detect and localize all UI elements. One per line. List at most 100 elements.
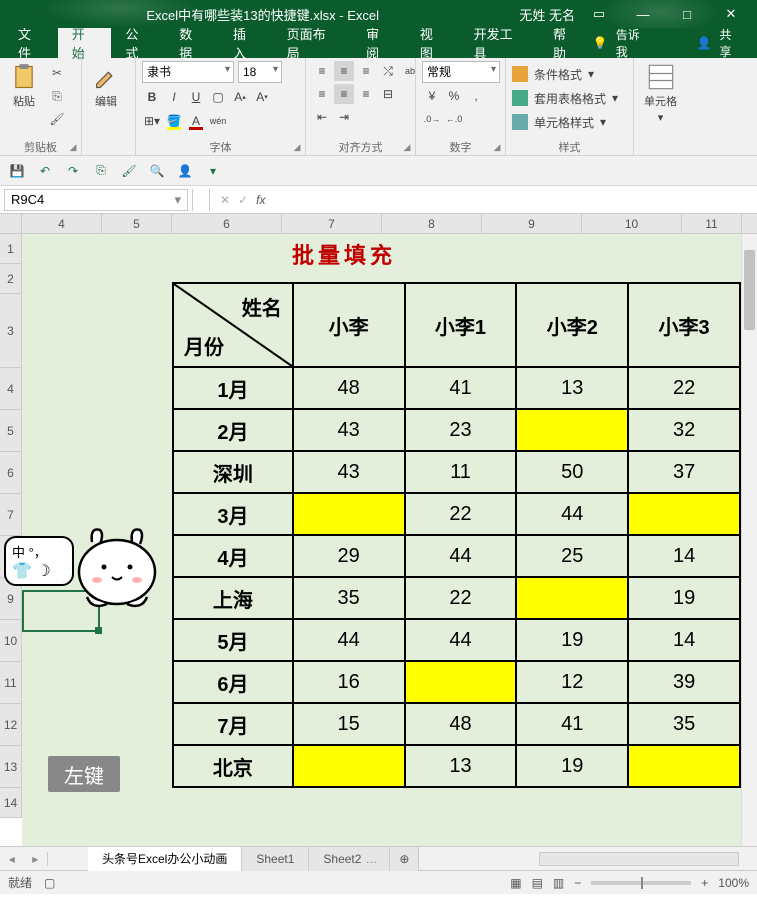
view-break-icon[interactable]: ▥ — [553, 876, 564, 890]
format-painter-icon[interactable]: 🖌 — [46, 109, 68, 129]
tab-view[interactable]: 视图 — [406, 28, 460, 58]
indent-increase-icon[interactable]: ⇥ — [334, 107, 354, 127]
close-button[interactable]: ✕ — [711, 0, 751, 28]
row-label-cell[interactable]: 上海 — [173, 577, 293, 619]
conditional-format-button[interactable]: 条件格式 ▾ — [512, 63, 594, 85]
view-page-icon[interactable]: ▤ — [532, 876, 543, 890]
maximize-button[interactable]: □ — [667, 0, 707, 28]
data-cell[interactable]: 35 — [628, 703, 740, 745]
zoom-slider[interactable] — [591, 881, 691, 885]
data-cell[interactable]: 35 — [293, 577, 405, 619]
view-normal-icon[interactable]: ▦ — [510, 876, 521, 890]
data-cell[interactable]: 50 — [516, 451, 628, 493]
data-cell[interactable]: 19 — [516, 745, 628, 787]
align-left-icon[interactable]: ≡ — [312, 84, 332, 104]
record-macro-icon[interactable]: ▢ — [44, 876, 55, 890]
data-cell[interactable]: 37 — [628, 451, 740, 493]
edit-button[interactable]: 编辑 — [88, 61, 124, 111]
align-top-icon[interactable]: ≡ — [312, 61, 332, 81]
font-color-button[interactable]: A — [186, 111, 206, 131]
zoom-out-button[interactable]: − — [574, 876, 581, 890]
col-header[interactable]: 6 — [172, 214, 282, 233]
data-cell[interactable]: 12 — [516, 661, 628, 703]
data-cell[interactable]: 44 — [293, 619, 405, 661]
data-cell[interactable]: 14 — [628, 535, 740, 577]
tab-nav-next[interactable]: ▸ — [24, 852, 48, 866]
horizontal-scrollbar[interactable] — [539, 852, 739, 866]
orientation-icon[interactable]: ⤭ — [378, 61, 398, 81]
data-cell[interactable]: 22 — [405, 493, 517, 535]
data-cell[interactable] — [293, 745, 405, 787]
increase-decimal-icon[interactable]: .0→ — [422, 109, 442, 129]
qat-zoom-icon[interactable]: 🔍 — [146, 160, 168, 182]
fx-icon[interactable]: fx — [256, 193, 265, 207]
sheet-tab-3[interactable]: Sheet2… — [309, 847, 390, 871]
tab-dev[interactable]: 开发工具 — [460, 28, 539, 58]
underline-button[interactable]: U — [186, 87, 206, 107]
align-middle-icon[interactable]: ≡ — [334, 61, 354, 81]
data-cell[interactable]: 11 — [405, 451, 517, 493]
row-label-cell[interactable]: 4月 — [173, 535, 293, 577]
data-cell[interactable]: 39 — [628, 661, 740, 703]
percent-icon[interactable]: % — [444, 86, 464, 106]
sheet-tab-2[interactable]: Sheet1 — [242, 847, 309, 871]
col-header[interactable]: 11 — [682, 214, 742, 233]
row-header[interactable]: 5 — [0, 410, 22, 452]
data-cell[interactable]: 23 — [405, 409, 517, 451]
row-label-cell[interactable]: 北京 — [173, 745, 293, 787]
col-header[interactable]: 7 — [282, 214, 382, 233]
italic-button[interactable]: I — [164, 87, 184, 107]
data-cell[interactable]: 43 — [293, 409, 405, 451]
cell-styles-button[interactable]: 单元格样式 ▾ — [512, 111, 606, 133]
number-format-select[interactable]: 常规 — [422, 61, 500, 83]
align-bottom-icon[interactable]: ≡ — [356, 61, 376, 81]
comma-icon[interactable]: , — [466, 86, 486, 106]
row-header[interactable]: 2 — [0, 264, 22, 294]
tab-layout[interactable]: 页面布局 — [273, 28, 352, 58]
increase-font-icon[interactable]: A▴ — [230, 87, 250, 107]
col-header[interactable]: 10 — [582, 214, 682, 233]
new-sheet-button[interactable]: ⊕ — [390, 847, 419, 871]
data-cell[interactable]: 44 — [405, 535, 517, 577]
row-label-cell[interactable]: 1月 — [173, 367, 293, 409]
col-header-cell[interactable]: 小李3 — [628, 283, 740, 367]
qat-format-painter-icon[interactable]: 🖌 — [118, 160, 140, 182]
row-label-cell[interactable]: 6月 — [173, 661, 293, 703]
align-launcher[interactable]: ◢ — [401, 141, 413, 153]
minimize-button[interactable]: — — [623, 0, 663, 28]
row-label-cell[interactable]: 3月 — [173, 493, 293, 535]
select-all-corner[interactable] — [0, 214, 22, 233]
border-dropdown[interactable]: ⊞▾ — [142, 111, 162, 131]
row-header[interactable]: 12 — [0, 704, 22, 746]
row-label-cell[interactable]: 5月 — [173, 619, 293, 661]
cancel-formula-icon[interactable]: ✕ — [220, 193, 230, 207]
tab-review[interactable]: 审阅 — [352, 28, 406, 58]
data-cell[interactable] — [628, 493, 740, 535]
bold-button[interactable]: B — [142, 87, 162, 107]
data-cell[interactable]: 15 — [293, 703, 405, 745]
copy-icon[interactable]: ⎘ — [46, 86, 68, 106]
data-cell[interactable]: 19 — [628, 577, 740, 619]
undo-icon[interactable]: ↶ — [34, 160, 56, 182]
qat-dropdown[interactable]: ▾ — [202, 160, 224, 182]
ribbon-options-icon[interactable]: ▭ — [579, 0, 619, 28]
tab-nav-prev[interactable]: ◂ — [0, 852, 24, 866]
row-header[interactable]: 11 — [0, 662, 22, 704]
redo-icon[interactable]: ↷ — [62, 160, 84, 182]
tab-formulas[interactable]: 公式 — [111, 28, 165, 58]
row-label-cell[interactable]: 7月 — [173, 703, 293, 745]
row-header[interactable]: 14 — [0, 788, 22, 818]
merge-cells-icon[interactable]: ⊟ — [378, 84, 398, 104]
cut-icon[interactable]: ✂ — [46, 63, 68, 83]
decrease-decimal-icon[interactable]: ←.0 — [444, 109, 464, 129]
share-button[interactable]: 共享 — [719, 26, 743, 60]
tab-insert[interactable]: 插入 — [219, 28, 273, 58]
tab-help[interactable]: 帮助 — [539, 28, 593, 58]
formula-input[interactable] — [275, 189, 757, 211]
number-launcher[interactable]: ◢ — [491, 141, 503, 153]
row-header[interactable]: 3 — [0, 294, 22, 368]
diagonal-header-cell[interactable]: 姓名月份 — [173, 283, 293, 367]
row-header[interactable]: 1 — [0, 234, 22, 264]
save-icon[interactable]: 💾 — [6, 160, 28, 182]
align-right-icon[interactable]: ≡ — [356, 84, 376, 104]
